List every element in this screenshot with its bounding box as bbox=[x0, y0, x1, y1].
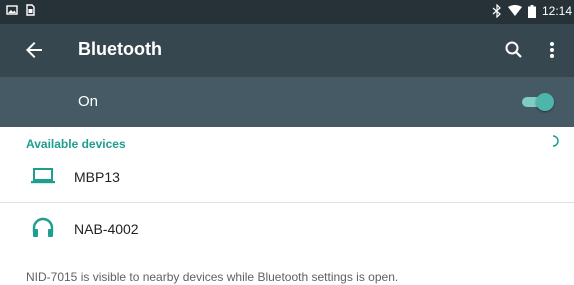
wifi-icon bbox=[507, 5, 522, 16]
laptop-icon bbox=[31, 168, 55, 184]
progress-spinner-icon bbox=[552, 135, 559, 147]
search-icon[interactable] bbox=[502, 38, 526, 62]
battery-icon bbox=[527, 4, 536, 18]
app-bar: Bluetooth bbox=[0, 24, 574, 77]
bluetooth-switch[interactable] bbox=[522, 93, 554, 111]
switch-thumb bbox=[536, 93, 554, 111]
visibility-note: NID-7015 is visible to nearby devices wh… bbox=[26, 270, 399, 284]
device-item[interactable]: MBP13 bbox=[0, 150, 574, 202]
image-icon bbox=[6, 5, 18, 15]
page-title: Bluetooth bbox=[78, 39, 162, 59]
toggle-label: On bbox=[78, 93, 99, 110]
status-time: 12:14 bbox=[541, 4, 572, 18]
device-item[interactable]: NAB-4002 bbox=[0, 203, 574, 255]
status-right: 12:14 bbox=[492, 4, 572, 18]
status-left bbox=[6, 4, 36, 16]
sim-icon bbox=[26, 4, 35, 16]
status-bar: 12:14 bbox=[0, 0, 574, 24]
bluetooth-icon bbox=[492, 4, 501, 18]
device-name: MBP13 bbox=[74, 169, 120, 185]
back-arrow-icon[interactable] bbox=[22, 38, 46, 62]
available-devices-header: Available devices bbox=[26, 137, 126, 151]
device-name: NAB-4002 bbox=[74, 221, 139, 237]
bluetooth-toggle-row[interactable]: On bbox=[0, 77, 574, 127]
more-vert-icon[interactable] bbox=[540, 38, 564, 62]
headphones-icon bbox=[32, 217, 54, 237]
